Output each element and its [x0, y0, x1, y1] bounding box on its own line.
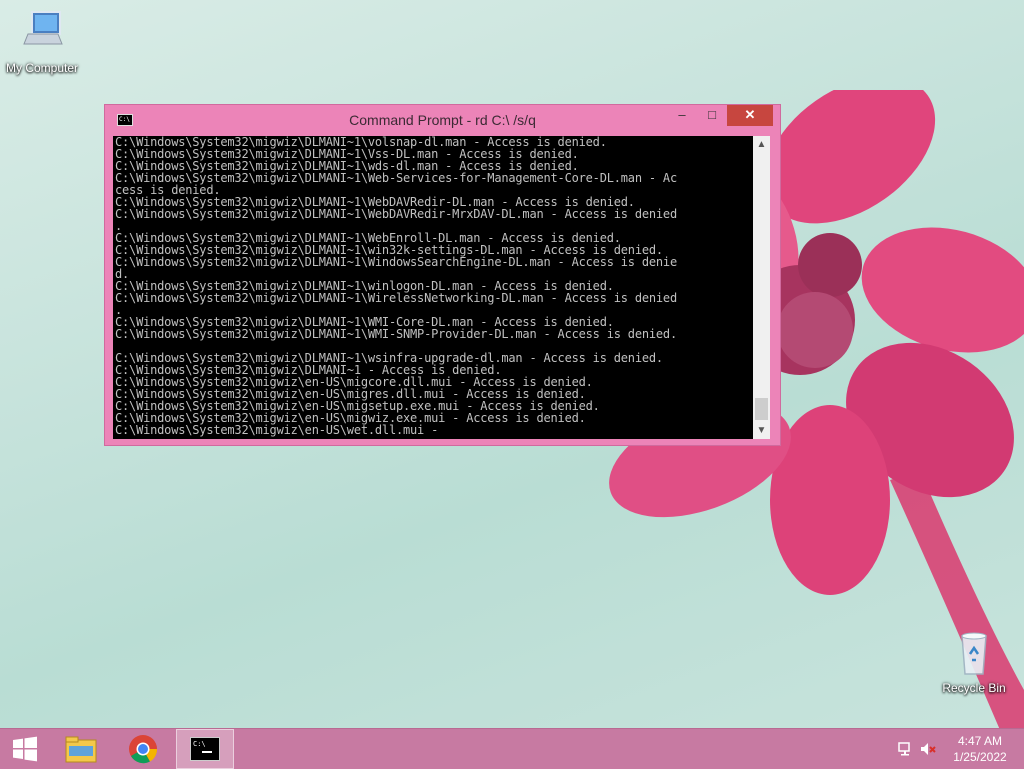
clock-date: 1/25/2022	[953, 750, 1007, 764]
clock-time: 4:47 AM	[957, 734, 1003, 748]
vertical-scrollbar[interactable]: ▲ ▼	[753, 136, 770, 439]
taskbar-chrome[interactable]	[114, 729, 172, 769]
network-icon[interactable]	[898, 741, 914, 757]
my-computer-shortcut[interactable]: My Computer	[0, 8, 84, 75]
scroll-thumb[interactable]	[755, 398, 768, 420]
console-line: C:\Windows\System32\migwiz\DLMANI~1\WebD…	[115, 207, 677, 221]
start-icon	[13, 736, 37, 762]
svg-text:C:\: C:\	[193, 740, 206, 748]
command-prompt-window[interactable]: C:\ Command Prompt - rd C:\ /s/q – □ ✕ C…	[104, 104, 781, 446]
title-bar[interactable]: C:\ Command Prompt - rd C:\ /s/q – □ ✕	[105, 105, 780, 135]
command-prompt-icon: C:\	[190, 737, 220, 761]
taskbar-file-explorer[interactable]	[52, 729, 110, 769]
scroll-down-icon[interactable]: ▼	[753, 422, 770, 439]
chrome-icon	[129, 735, 158, 764]
recycle-bin-shortcut[interactable]: Recycle Bin	[932, 628, 1016, 695]
my-computer-label: My Computer	[5, 61, 79, 75]
file-explorer-icon	[65, 736, 97, 763]
console-output[interactable]: C:\Windows\System32\migwiz\DLMANI~1\vols…	[113, 136, 753, 439]
system-clock[interactable]: 4:47 AM 1/25/2022	[944, 733, 1016, 765]
start-button[interactable]	[0, 729, 50, 769]
recycle-bin-label: Recycle Bin	[942, 681, 1006, 695]
console-line: C:\Windows\System32\migwiz\en-US\wet.dll…	[115, 423, 439, 437]
console-line: C:\Windows\System32\migwiz\DLMANI~1\Wire…	[115, 291, 677, 305]
computer-icon	[23, 11, 63, 45]
taskbar-command-prompt[interactable]: C:\	[176, 729, 234, 769]
maximize-button[interactable]: □	[699, 105, 725, 126]
recycle-bin-icon	[961, 632, 987, 675]
console-line: C:\Windows\System32\migwiz\DLMANI~1\Wind…	[115, 255, 677, 269]
scroll-up-icon[interactable]: ▲	[753, 136, 770, 153]
close-button[interactable]: ✕	[727, 105, 773, 126]
taskbar: C:\ 4:47 AM 1/25/2022	[0, 728, 1024, 769]
volume-muted-icon[interactable]	[920, 741, 936, 757]
console-line: C:\Windows\System32\migwiz\DLMANI~1\WMI-…	[115, 327, 677, 341]
minimize-button[interactable]: –	[669, 105, 695, 126]
